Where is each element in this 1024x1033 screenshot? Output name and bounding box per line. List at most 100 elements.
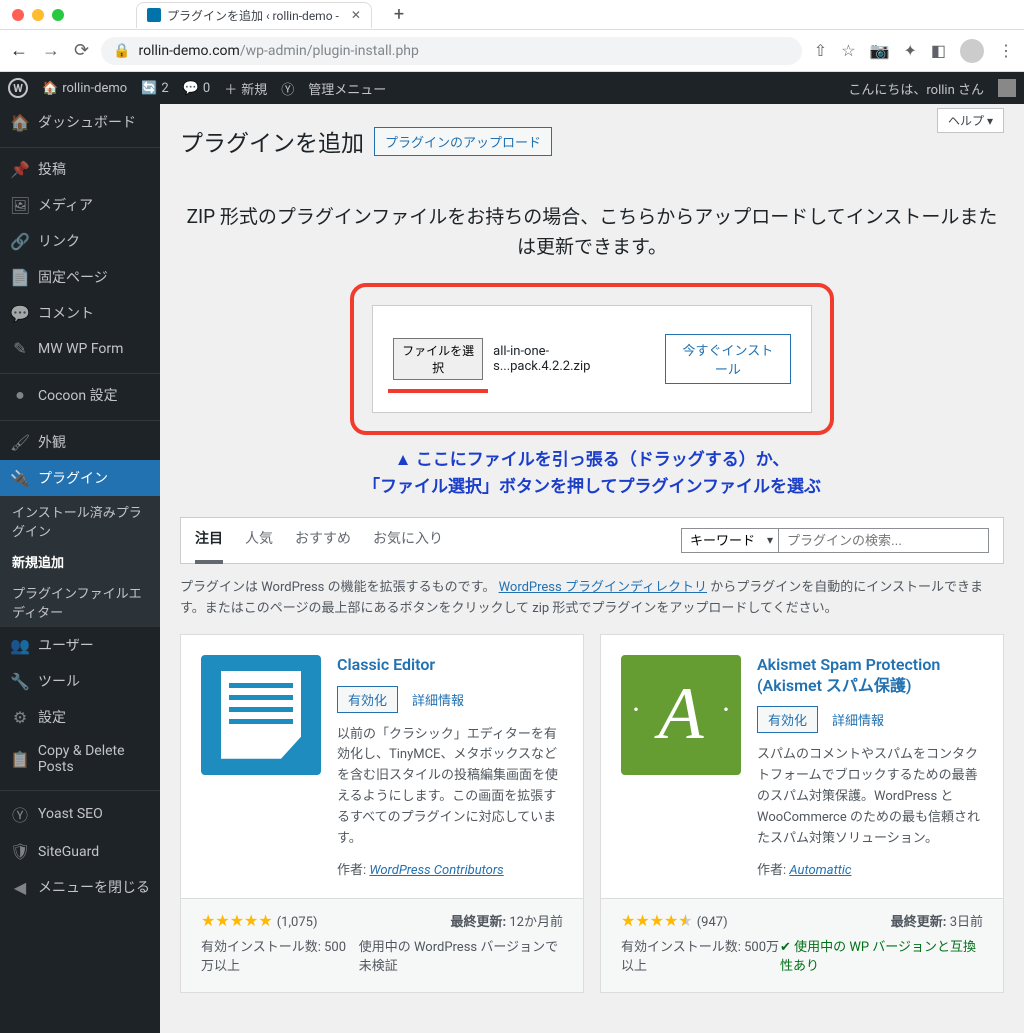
favicon-icon — [147, 8, 161, 22]
details-link[interactable]: 詳細情報 — [832, 710, 884, 729]
compat-status: 使用中の WP バージョンと互換性あり — [780, 936, 983, 974]
author-link[interactable]: Automattic — [789, 863, 851, 878]
site-name-link[interactable]: 🏠 rollin-demo — [42, 81, 127, 96]
extensions-icon[interactable]: ✦ — [903, 41, 916, 60]
dashboard-icon: 🏠 — [10, 113, 30, 132]
tab-title: プラグインを追加 ‹ rollin-demo - — [167, 7, 339, 24]
menu-plugins[interactable]: 🔌プラグイン — [0, 460, 160, 496]
back-button[interactable]: ← — [10, 40, 28, 61]
plugin-name-link[interactable]: Classic Editor — [337, 655, 563, 676]
menu-icon[interactable]: ⋮ — [998, 41, 1014, 60]
comment-icon: 💬 — [10, 304, 30, 323]
compat-status: 使用中の WordPress バージョンで未検証 — [359, 936, 563, 974]
plugin-description: スパムのコメントやスパムをコンタクトフォームでブロックするための最善のスパム対策… — [757, 745, 983, 849]
menu-copy-delete[interactable]: 📋Copy & Delete Posts — [0, 735, 160, 783]
page-icon: 📄 — [10, 268, 30, 287]
plugin-icon-classic-editor — [201, 655, 321, 775]
share-icon[interactable]: ⇧ — [814, 41, 827, 60]
chevron-down-icon: ▾ — [987, 114, 993, 128]
browser-toolbar: ← → ⟳ 🔒 rollin-demo.com/wp-admin/plugin-… — [0, 30, 1024, 72]
new-content-link[interactable]: ＋ 新規 — [224, 79, 267, 98]
upload-highlight-box: ファイルを選択 all-in-one-s...pack.4.2.2.zip 今す… — [350, 283, 834, 435]
updates-link[interactable]: 🔄 2 — [141, 81, 169, 96]
menu-cocoon[interactable]: ●Cocoon 設定 — [0, 377, 160, 413]
menu-tools[interactable]: 🔧ツール — [0, 663, 160, 699]
wp-logo-icon[interactable]: W — [8, 78, 28, 98]
new-tab-button[interactable]: + — [394, 4, 404, 25]
menu-collapse[interactable]: ◀メニューを閉じる — [0, 869, 160, 905]
search-input[interactable] — [779, 528, 989, 553]
plugin-description: 以前の「クラシック」エディターを有効化し、TinyMCE、メタボックスなどを含む… — [337, 725, 563, 850]
menu-media[interactable]: 🖼メディア — [0, 187, 160, 223]
mac-titlebar: プラグインを追加 ‹ rollin-demo - ✕ + — [0, 0, 1024, 30]
plugin-icon: 🔌 — [10, 469, 30, 488]
close-tab-icon[interactable]: ✕ — [351, 8, 361, 22]
menu-pages[interactable]: 📄固定ページ — [0, 259, 160, 295]
menu-appearance[interactable]: 🖌外観 — [0, 424, 160, 460]
search-type-select[interactable]: キーワード — [681, 528, 779, 553]
activate-button[interactable]: 有効化 — [337, 686, 398, 713]
details-link[interactable]: 詳細情報 — [412, 690, 464, 709]
reload-button[interactable]: ⟳ — [74, 40, 89, 61]
tab-popular[interactable]: 人気 — [245, 528, 273, 563]
menu-links[interactable]: 🔗リンク — [0, 223, 160, 259]
address-bar[interactable]: 🔒 rollin-demo.com/wp-admin/plugin-instal… — [101, 37, 802, 65]
activate-button[interactable]: 有効化 — [757, 706, 818, 733]
forward-button[interactable]: → — [42, 40, 60, 61]
plugin-author: 作者: Automattic — [757, 859, 983, 878]
plugin-name-link[interactable]: Akismet Spam Protection (Akismet スパム保護) — [757, 655, 983, 697]
submenu-installed-plugins[interactable]: インストール済みプラグイン — [0, 496, 160, 546]
submenu-plugin-editor[interactable]: プラグインファイルエディター — [0, 577, 160, 627]
profile-avatar[interactable] — [960, 39, 984, 63]
menu-siteguard[interactable]: 🛡SiteGuard — [0, 834, 160, 869]
camera-icon[interactable]: 📷 — [870, 41, 890, 60]
plugin-author: 作者: WordPress Contributors — [337, 859, 563, 878]
choose-file-button[interactable]: ファイルを選択 — [393, 338, 483, 380]
upload-form: ファイルを選択 all-in-one-s...pack.4.2.2.zip 今す… — [372, 305, 812, 413]
browser-tab[interactable]: プラグインを追加 ‹ rollin-demo - ✕ — [136, 2, 372, 28]
form-icon: ✎ — [10, 339, 30, 358]
yoast-adminbar-icon[interactable]: Ⓨ — [281, 79, 294, 98]
pin-icon: 📌 — [10, 160, 30, 179]
plugin-card: Classic Editor 有効化 詳細情報 以前の「クラシック」エディターを… — [180, 634, 584, 994]
shield-icon: 🛡 — [10, 842, 30, 861]
close-window-button[interactable] — [12, 9, 24, 21]
admin-menu-link[interactable]: 管理メニュー — [308, 79, 386, 98]
annotation-text: ▲ ここにファイルを引っ張る（ドラッグする）か、 「ファイル選択」ボタンを押して… — [180, 447, 1004, 501]
menu-settings[interactable]: ⚙設定 — [0, 699, 160, 735]
menu-yoast[interactable]: ⓎYoast SEO — [0, 794, 160, 834]
tab-recommended[interactable]: おすすめ — [295, 528, 351, 563]
wp-admin-bar: W 🏠 rollin-demo 🔄 2 💬 0 ＋ 新規 Ⓨ 管理メニュー こん… — [0, 72, 1024, 104]
help-tab[interactable]: ヘルプ ▾ — [937, 108, 1004, 133]
help-text: プラグインは WordPress の機能を拡張するものです。 WordPress… — [180, 578, 1004, 620]
user-avatar[interactable] — [998, 79, 1016, 97]
panel-icon[interactable]: ◧ — [931, 41, 946, 60]
greeting-text[interactable]: こんにちは、rollin さん — [848, 79, 984, 98]
install-now-button[interactable]: 今すぐインストール — [665, 334, 791, 384]
page-title: プラグインを追加 — [180, 124, 364, 158]
menu-mwwpform[interactable]: ✎MW WP Form — [0, 331, 160, 366]
menu-users[interactable]: 👥ユーザー — [0, 627, 160, 663]
yoast-icon: Ⓨ — [10, 802, 30, 826]
minimize-window-button[interactable] — [32, 9, 44, 21]
tab-featured[interactable]: 注目 — [195, 528, 223, 564]
submenu-add-new[interactable]: 新規追加 — [0, 546, 160, 577]
star-rating: ★★★★★ — [621, 911, 693, 930]
users-icon: 👥 — [10, 636, 30, 655]
tab-favorites[interactable]: お気に入り — [373, 528, 443, 563]
plugin-directory-link[interactable]: WordPress プラグインディレクトリ — [499, 580, 707, 595]
upload-plugin-button[interactable]: プラグインのアップロード — [374, 127, 552, 156]
bookmark-icon[interactable]: ☆ — [841, 41, 855, 60]
traffic-lights — [12, 9, 64, 21]
lock-icon: 🔒 — [113, 43, 130, 59]
copy-icon: 📋 — [10, 750, 30, 769]
menu-dashboard[interactable]: 🏠ダッシュボード — [0, 104, 160, 140]
rating-count: (1,075) — [277, 915, 318, 930]
maximize-window-button[interactable] — [52, 9, 64, 21]
menu-posts[interactable]: 📌投稿 — [0, 151, 160, 187]
menu-comments[interactable]: 💬コメント — [0, 295, 160, 331]
selected-filename: all-in-one-s...pack.4.2.2.zip — [493, 344, 625, 374]
plugin-card: A Akismet Spam Protection (Akismet スパム保護… — [600, 634, 1004, 994]
author-link[interactable]: WordPress Contributors — [369, 863, 503, 878]
comments-link[interactable]: 💬 0 — [183, 81, 211, 96]
